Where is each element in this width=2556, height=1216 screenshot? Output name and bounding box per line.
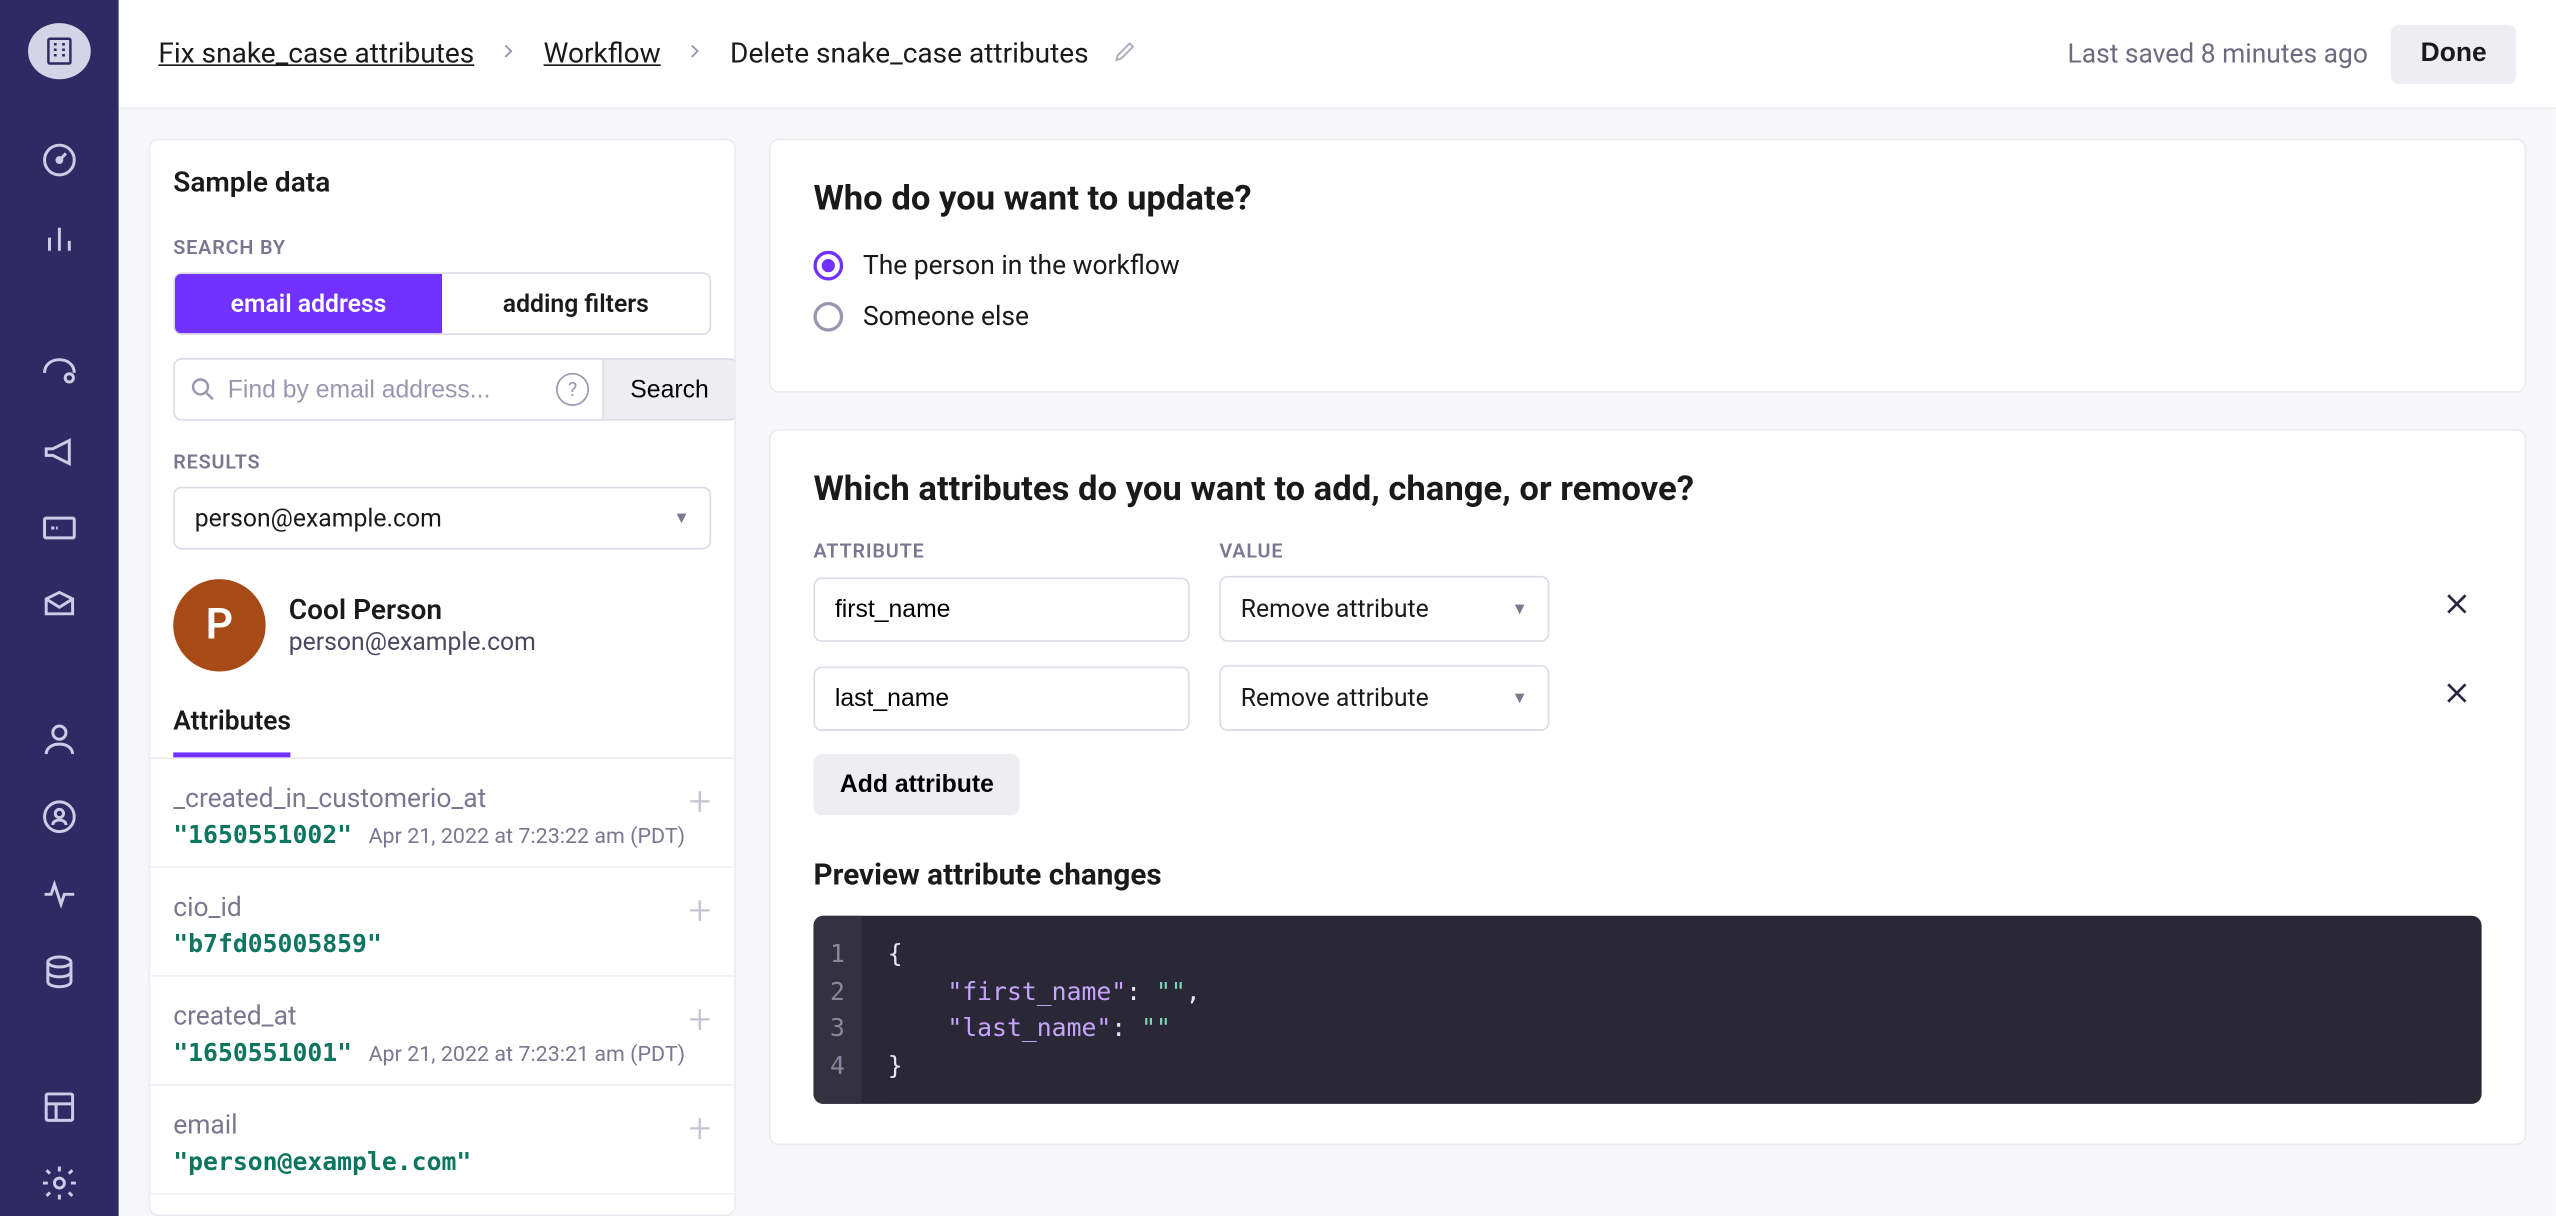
broadcasts-icon[interactable] [23,418,96,482]
breadcrumb-root[interactable]: Fix snake_case attributes [158,37,474,70]
add-attribute-button[interactable]: Add attribute [813,754,1020,815]
chevron-right-icon [497,39,520,69]
attr-value: "1650551001" [173,1038,352,1068]
person-email: person@example.com [289,627,536,657]
attr-key: created_at [173,1000,711,1031]
attribute-action-select[interactable]: Remove attribute ▼ [1219,576,1549,642]
email-search-input[interactable] [228,375,556,403]
attr-value: "b7fd05005859" [173,929,382,959]
add-attr-icon[interactable]: + [689,891,711,931]
attr-meta: Apr 21, 2022 at 7:23:21 am (PDT) [369,1043,686,1068]
topbar: Fix snake_case attributes Workflow Delet… [119,0,2556,109]
preview-heading: Preview attribute changes [813,858,2481,893]
attribute-row: + email "person@example.com" [150,1086,734,1195]
segments-icon[interactable] [23,785,96,849]
attr-value: "person@example.com" [173,1147,471,1177]
last-saved-text: Last saved 8 minutes ago [2068,38,2368,69]
add-attr-icon[interactable]: + [689,1109,711,1149]
content-icon[interactable] [23,1074,96,1138]
search-by-label: SEARCH BY [173,236,711,259]
attribute-name-input[interactable] [813,666,1189,730]
radio-checked-icon [813,250,843,280]
settings-icon[interactable] [23,1152,96,1216]
results-label: RESULTS [173,450,711,473]
search-button[interactable]: Search [604,358,736,421]
results-select[interactable]: person@example.com ▼ [173,487,711,550]
sample-tabs: Attributes [150,685,734,759]
add-attr-icon[interactable]: + [689,1000,711,1040]
person-summary: P Cool Person person@example.com [173,579,711,671]
people-icon[interactable] [23,707,96,771]
done-button[interactable]: Done [2391,24,2516,83]
person-name: Cool Person [289,594,536,627]
radio-label: The person in the workflow [863,249,1180,280]
attributes-heading: Which attributes do you want to add, cha… [813,470,2481,510]
avatar: P [173,579,265,671]
workspace-logo[interactable] [28,23,91,79]
attr-key: cio_id [173,891,711,922]
caret-down-icon: ▼ [1512,600,1528,618]
journeys-icon[interactable] [23,340,96,404]
remove-row-button[interactable] [2442,589,2482,629]
col-head-value: VALUE [1219,540,1549,563]
nav-rail [0,0,119,1216]
attr-value: "1650551002" [173,820,352,850]
radio-someone-else[interactable]: Someone else [813,300,2481,331]
caret-down-icon: ▼ [1512,689,1528,707]
radio-unchecked-icon [813,301,843,331]
attr-key: _created_in_customerio_at [173,782,711,813]
seg-adding-filters[interactable]: adding filters [442,274,709,333]
caret-down-icon: ▼ [673,509,689,527]
select-value: Remove attribute [1241,683,1429,713]
search-input-wrap: ? [173,358,604,421]
radio-label: Someone else [863,300,1029,331]
update-target-card: Who do you want to update? The person in… [769,139,2526,393]
attribute-row: + _created_in_customerio_at "1650551002"… [150,759,734,868]
chevron-right-icon [684,39,707,69]
select-value: Remove attribute [1241,594,1429,624]
attributes-editor-card: Which attributes do you want to add, cha… [769,429,2526,1145]
attribute-action-select[interactable]: Remove attribute ▼ [1219,665,1549,731]
breadcrumb-current: Delete snake_case attributes [730,37,1089,70]
seg-email-address[interactable]: email address [175,274,442,333]
data-icon[interactable] [23,940,96,1004]
attribute-edit-row: Remove attribute ▼ [813,665,2481,731]
gauge-icon[interactable] [23,128,96,192]
add-attr-icon[interactable]: + [689,782,711,822]
edit-icon[interactable] [1112,37,1138,70]
help-icon[interactable]: ? [556,373,589,406]
attributes-list: + _created_in_customerio_at "1650551002"… [150,759,734,1214]
code-gutter: 1234 [813,916,861,1104]
transactional-icon[interactable] [23,495,96,559]
search-icon [188,375,218,405]
activity-icon[interactable] [23,862,96,926]
col-head-attribute: ATTRIBUTE [813,540,1189,563]
search-mode-segmented: email address adding filters [173,272,711,335]
sample-data-panel: Sample data SEARCH BY email address addi… [149,139,736,1216]
attribute-name-input[interactable] [813,577,1189,641]
attribute-row: + created_at "1650551001" Apr 21, 2022 a… [150,977,734,1086]
radio-person-in-workflow[interactable]: The person in the workflow [813,249,2481,280]
deliveries-icon[interactable] [23,573,96,637]
code-body: { "first_name": "", "last_name": "" } [861,916,1227,1104]
attribute-row: + cio_id "b7fd05005859" [150,868,734,977]
attr-key: email [173,1109,711,1140]
attribute-edit-row: Remove attribute ▼ [813,576,2481,642]
analytics-icon[interactable] [23,206,96,270]
results-selected-value: person@example.com [195,503,442,533]
code-preview: 1234 { "first_name": "", "last_name": ""… [813,916,2481,1104]
breadcrumb-workflow[interactable]: Workflow [544,37,661,70]
update-heading: Who do you want to update? [813,180,2481,220]
sample-data-title: Sample data [173,167,711,200]
attr-meta: Apr 21, 2022 at 7:23:22 am (PDT) [369,825,686,850]
tab-attributes[interactable]: Attributes [173,685,291,758]
remove-row-button[interactable] [2442,678,2482,718]
